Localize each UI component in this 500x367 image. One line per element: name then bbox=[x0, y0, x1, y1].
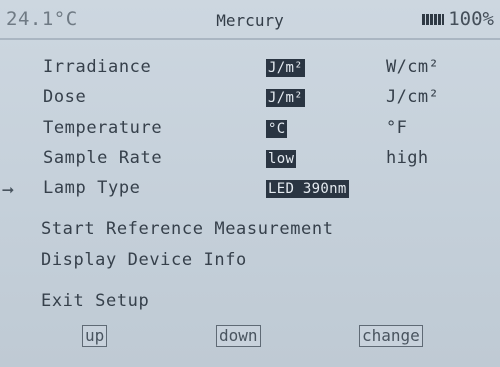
setting-label: Dose bbox=[43, 87, 87, 107]
down-button[interactable]: down bbox=[216, 325, 261, 347]
setting-sample-rate[interactable]: Sample Rate low high bbox=[0, 145, 500, 173]
setting-label: Temperature bbox=[43, 118, 163, 138]
setting-dose[interactable]: Dose J/m² J/cm² bbox=[0, 84, 500, 112]
device-screen: 24.1°C Mercury 100% Irradiance J/m² W/cm… bbox=[0, 0, 500, 367]
setting-selected-option[interactable]: J/m² bbox=[266, 89, 305, 107]
setting-label: Irradiance bbox=[43, 57, 152, 77]
display-device-info[interactable]: Display Device Info bbox=[41, 250, 247, 270]
setting-alternate-option[interactable]: J/cm² bbox=[386, 87, 439, 107]
exit-setup[interactable]: Exit Setup bbox=[41, 291, 149, 311]
change-button[interactable]: change bbox=[359, 325, 423, 347]
setting-selected-option[interactable]: °C bbox=[266, 120, 288, 138]
setting-alternate-option[interactable]: high bbox=[386, 148, 429, 168]
setting-alternate-option[interactable]: °F bbox=[386, 118, 407, 138]
status-bar: 24.1°C Mercury 100% bbox=[0, 8, 500, 38]
setting-selected-option[interactable]: LED 390nm bbox=[266, 180, 349, 198]
battery-level: 100% bbox=[448, 8, 494, 30]
setting-label: Lamp Type bbox=[43, 178, 141, 198]
setting-label: Sample Rate bbox=[43, 148, 163, 168]
setting-selected-option[interactable]: J/m² bbox=[266, 59, 305, 77]
status-divider bbox=[0, 38, 500, 40]
setting-alternate-option[interactable]: W/cm² bbox=[386, 57, 439, 77]
battery-indicator: 100% bbox=[422, 8, 494, 30]
setting-temperature[interactable]: Temperature °C °F bbox=[0, 115, 500, 143]
softkey-bar: up down change bbox=[0, 325, 500, 349]
battery-icon bbox=[422, 13, 445, 25]
setting-irradiance[interactable]: Irradiance J/m² W/cm² bbox=[0, 54, 500, 82]
cursor-arrow-icon: ➞ bbox=[2, 178, 15, 202]
setting-selected-option[interactable]: low bbox=[266, 150, 297, 168]
start-reference-measurement[interactable]: Start Reference Measurement bbox=[41, 219, 334, 239]
up-button[interactable]: up bbox=[82, 325, 108, 347]
setting-lamp-type[interactable]: ➞ Lamp Type LED 390nm bbox=[0, 175, 500, 203]
